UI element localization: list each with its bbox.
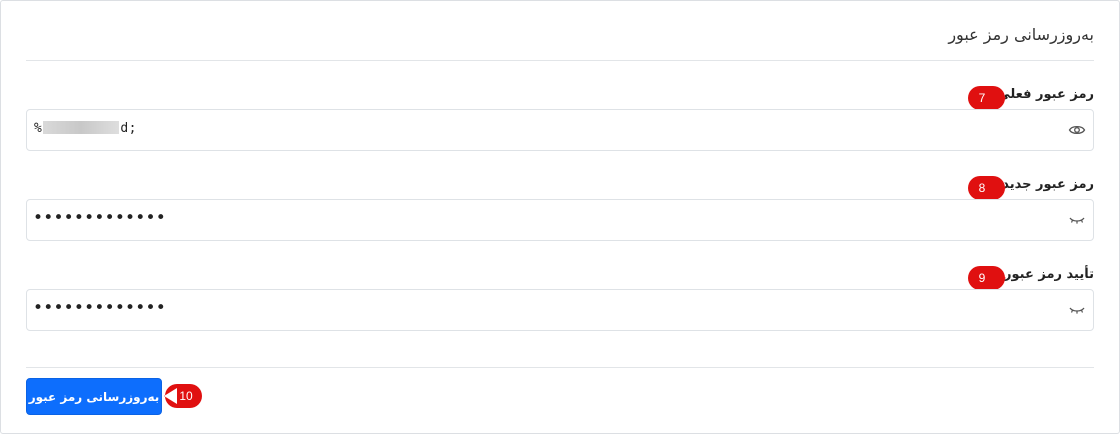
current-password-value: % d; xyxy=(34,121,137,136)
annotation-badge-9: 9 xyxy=(967,265,1006,291)
confirm-password-masked-value: ••••••••••••• xyxy=(33,298,166,318)
eye-closed-icon[interactable] xyxy=(1068,302,1086,318)
current-password-input[interactable]: % d; xyxy=(26,109,1094,151)
annotation-badge-10: 10 xyxy=(163,383,202,409)
footer-divider xyxy=(26,367,1094,368)
eye-closed-icon[interactable] xyxy=(1068,212,1086,228)
redacted-segment xyxy=(43,121,120,134)
confirm-password-label: تأیید رمز عبور xyxy=(1004,267,1094,282)
card-title: بەروزرسانی رمز عبور xyxy=(948,25,1094,44)
confirm-password-input[interactable]: ••••••••••••• xyxy=(26,289,1094,331)
header-divider xyxy=(26,60,1094,61)
eye-icon[interactable] xyxy=(1068,122,1086,138)
new-password-masked-value: ••••••••••••• xyxy=(33,208,166,228)
current-password-label: رمز عبور فعلی xyxy=(997,87,1094,102)
update-password-card: بەروزرسانی رمز عبور رمز عبور فعلی 7 % d; … xyxy=(0,0,1120,434)
annotation-badge-8: 8 xyxy=(967,175,1006,201)
new-password-label: رمز عبور جدید xyxy=(1002,177,1094,192)
new-password-input[interactable]: ••••••••••••• xyxy=(26,199,1094,241)
annotation-badge-7: 7 xyxy=(967,85,1006,111)
update-password-button[interactable]: بەروزرسانی رمز عبور xyxy=(26,378,162,415)
